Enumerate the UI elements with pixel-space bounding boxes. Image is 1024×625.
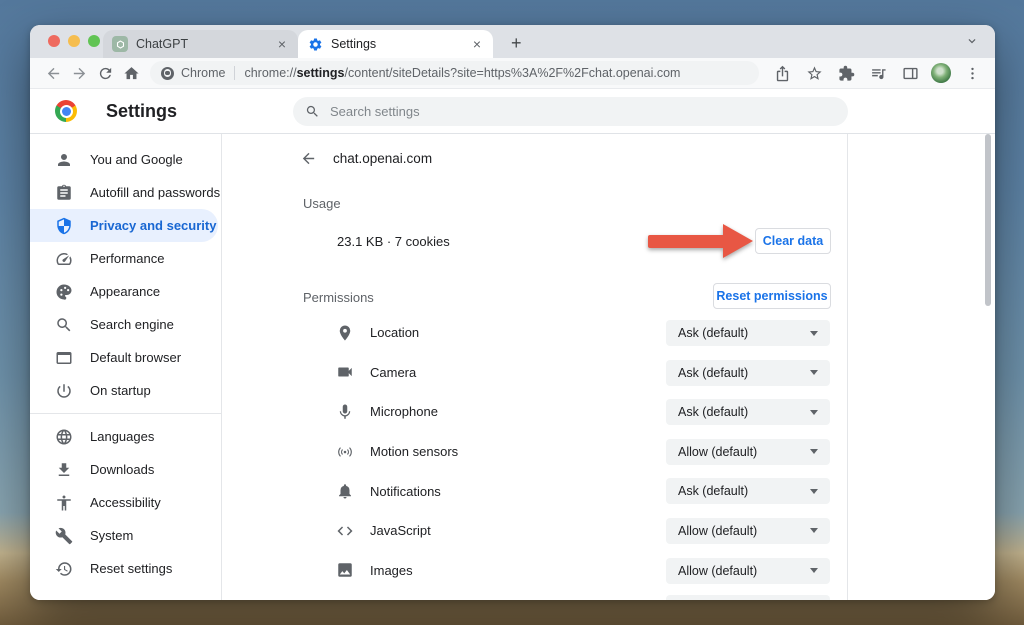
close-tab-icon[interactable]: × xyxy=(275,36,289,52)
video-camera-icon xyxy=(336,363,354,381)
search-icon xyxy=(305,104,320,119)
chevron-down-icon xyxy=(810,449,818,454)
extensions-puzzle-icon[interactable] xyxy=(833,61,859,85)
permission-row-microphone: Microphone Ask (default) xyxy=(30,392,995,432)
origin-label: Chrome xyxy=(181,66,225,80)
side-panel-icon[interactable] xyxy=(897,61,923,85)
annotation-arrow xyxy=(648,224,753,258)
permission-dropdown[interactable]: Allow (default) xyxy=(666,518,830,544)
permission-dropdown[interactable]: Ask (default) xyxy=(666,360,830,386)
gear-icon xyxy=(307,36,323,52)
site-details-page: chat.openai.com Usage 23.1 KB · 7 cookie… xyxy=(30,134,995,600)
minimize-window-button[interactable] xyxy=(68,35,80,47)
settings-body: You and Google Autofill and passwords Pr… xyxy=(30,134,995,600)
location-pin-icon xyxy=(336,324,354,342)
settings-search-box[interactable] xyxy=(293,97,848,126)
address-bar[interactable]: Chrome chrome://settings/content/siteDet… xyxy=(150,61,759,85)
permission-row-motion-sensors: Motion sensors Allow (default) xyxy=(30,432,995,472)
image-icon xyxy=(336,561,354,579)
permission-row-javascript: JavaScript Allow (default) xyxy=(30,511,995,551)
reset-permissions-button[interactable]: Reset permissions xyxy=(713,283,831,309)
bell-icon xyxy=(336,482,354,500)
code-brackets-icon xyxy=(336,522,354,540)
chrome-logo-icon xyxy=(55,100,77,122)
usage-section-label: Usage xyxy=(303,196,341,211)
close-tab-icon[interactable]: × xyxy=(470,36,484,52)
partially-visible-dropdown xyxy=(666,595,830,600)
permission-dropdown[interactable]: Ask (default) xyxy=(666,478,830,504)
tab-chatgpt[interactable]: ChatGPT × xyxy=(103,30,298,58)
chevron-down-icon xyxy=(810,489,818,494)
share-icon[interactable] xyxy=(769,61,795,85)
microphone-icon xyxy=(336,403,354,421)
permission-row-notifications: Notifications Ask (default) xyxy=(30,471,995,511)
browser-toolbar: Chrome chrome://settings/content/siteDet… xyxy=(30,58,995,89)
permission-dropdown[interactable]: Ask (default) xyxy=(666,320,830,346)
chevron-down-icon xyxy=(810,370,818,375)
search-input[interactable] xyxy=(330,104,836,119)
site-name: chat.openai.com xyxy=(333,151,432,166)
permissions-section-label: Permissions xyxy=(303,290,374,305)
chevron-down-icon xyxy=(810,568,818,573)
chevron-down-icon xyxy=(810,331,818,336)
page-title: Settings xyxy=(106,101,177,122)
reload-button[interactable] xyxy=(92,61,118,85)
back-arrow-icon[interactable] xyxy=(296,146,320,170)
close-window-button[interactable] xyxy=(48,35,60,47)
clear-data-button[interactable]: Clear data xyxy=(755,228,831,254)
kebab-menu-icon[interactable] xyxy=(959,61,985,85)
tab-search-chevron-icon[interactable] xyxy=(965,34,981,50)
home-button[interactable] xyxy=(118,61,144,85)
permission-dropdown[interactable]: Allow (default) xyxy=(666,439,830,465)
permission-row-location: Location Ask (default) xyxy=(30,313,995,353)
scrollbar-thumb[interactable] xyxy=(985,134,991,306)
permission-row-images: Images Allow (default) xyxy=(30,551,995,591)
back-button[interactable] xyxy=(40,61,66,85)
tab-strip: ChatGPT × Settings × + xyxy=(30,25,995,58)
tab-title: ChatGPT xyxy=(136,37,275,51)
bookmark-star-icon[interactable] xyxy=(801,61,827,85)
chevron-down-icon xyxy=(810,410,818,415)
zoom-window-button[interactable] xyxy=(88,35,100,47)
permissions-list: Location Ask (default) Camera Ask (defau xyxy=(30,313,995,590)
window-controls xyxy=(48,35,100,47)
tab-title: Settings xyxy=(331,37,470,51)
toolbar-actions xyxy=(769,61,985,85)
settings-header: Settings xyxy=(30,89,995,134)
url-text: chrome://settings/content/siteDetails?si… xyxy=(244,66,680,80)
divider xyxy=(234,66,235,80)
browser-window: ChatGPT × Settings × + xyxy=(30,25,995,600)
profile-avatar[interactable] xyxy=(931,63,951,83)
new-tab-button[interactable]: + xyxy=(505,32,528,54)
chevron-down-icon xyxy=(810,528,818,533)
motion-sensors-icon xyxy=(336,443,354,461)
permission-dropdown[interactable]: Allow (default) xyxy=(666,558,830,584)
chrome-glyph-icon xyxy=(161,67,174,80)
chatgpt-logo-icon xyxy=(112,36,128,52)
forward-button[interactable] xyxy=(66,61,92,85)
permission-dropdown[interactable]: Ask (default) xyxy=(666,399,830,425)
usage-value: 23.1 KB · 7 cookies xyxy=(337,234,450,249)
media-playlist-icon[interactable] xyxy=(865,61,891,85)
tab-settings[interactable]: Settings × xyxy=(298,30,493,58)
permission-row-camera: Camera Ask (default) xyxy=(30,353,995,393)
desktop-wallpaper: ChatGPT × Settings × + xyxy=(0,0,1024,625)
